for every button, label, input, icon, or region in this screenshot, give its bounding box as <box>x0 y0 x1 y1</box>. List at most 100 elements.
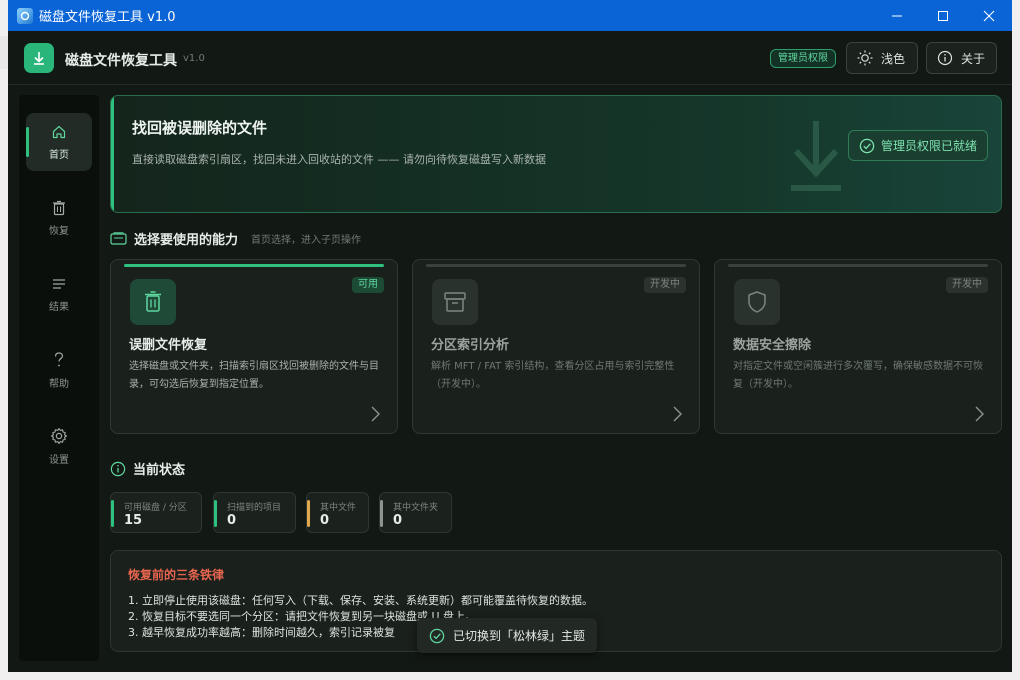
trash-icon <box>145 291 161 312</box>
card-title: 分区索引分析 <box>431 338 510 353</box>
sidebar-item-settings[interactable]: 设置 <box>26 417 92 475</box>
app-client-area: 磁盘文件恢复工具 v1.0 管理员权限 浅色 关于 首页 恢复 结果 帮助 设置… <box>8 31 1012 672</box>
theme-toggle-label: 浅色 <box>881 51 906 66</box>
sidebar-item-label: 设置 <box>49 454 69 466</box>
stat-scanned-items: 扫描到的项目 0 <box>213 492 296 533</box>
sidebar-item-label: 结果 <box>49 301 69 313</box>
check-circle-icon <box>859 138 875 153</box>
card-icon-box <box>432 279 478 325</box>
card-file-recovery[interactable]: 可用 误删文件恢复 选择磁盘或文件夹，扫描索引扇区找回被删除的文件与目录，可勾选… <box>110 259 398 434</box>
card-description: 选择磁盘或文件夹，扫描索引扇区找回被删除的文件与目录，可勾选后恢复到指定位置。 <box>129 361 379 390</box>
stat-value: 0 <box>320 513 330 528</box>
sidebar-item-home[interactable]: 首页 <box>26 113 92 171</box>
about-label: 关于 <box>961 51 986 66</box>
stat-label: 其中文件夹 <box>393 503 439 513</box>
card-status-tag: 开发中 <box>644 277 686 293</box>
capabilities-subtitle: 首页选择，进入子页操作 <box>251 235 362 246</box>
chevron-right-icon <box>371 406 380 422</box>
hero-title: 找回被误删除的文件 <box>132 119 268 137</box>
stat-indicator-bar <box>111 500 114 527</box>
rule-item: 3. 越早恢复成功率越高：删除时间越久，索引记录被复 <box>128 626 395 639</box>
about-button[interactable]: 关于 <box>926 42 997 74</box>
list-icon <box>53 278 65 289</box>
shield-icon <box>748 291 766 313</box>
gear-icon <box>50 427 68 444</box>
minimize-button[interactable] <box>874 0 920 31</box>
admin-badge: 管理员权限 <box>770 49 836 68</box>
app-icon <box>17 7 33 24</box>
card-description: 解析 MFT / FAT 索引结构，查看分区占用与索引完整性（开发中）。 <box>431 361 675 390</box>
card-accent-line <box>426 264 686 267</box>
chevron-right-icon <box>975 406 984 422</box>
hero-banner: 找回被误删除的文件 直接读取磁盘索引扇区，找回未进入回收站的文件 —— 请勿向待… <box>110 95 1002 213</box>
cards-icon <box>110 231 127 245</box>
sun-icon <box>857 50 873 66</box>
card-title: 数据安全擦除 <box>733 338 812 353</box>
window-title: 磁盘文件恢复工具 v1.0 <box>39 10 176 25</box>
trash-icon <box>53 200 65 215</box>
download-icon <box>34 52 44 65</box>
card-accent-line <box>124 264 384 267</box>
theme-toggle-button[interactable]: 浅色 <box>846 42 918 74</box>
card-status-tag: 可用 <box>352 277 384 293</box>
app-name: 磁盘文件恢复工具 <box>65 53 177 69</box>
rules-title: 恢复前的三条铁律 <box>128 568 225 582</box>
download-watermark-icon <box>791 121 841 191</box>
stat-value: 0 <box>227 513 237 528</box>
window-controls <box>874 0 1012 31</box>
sidebar-item-label: 帮助 <box>49 378 69 390</box>
card-status-tag: 开发中 <box>946 277 988 293</box>
card-icon-box <box>734 279 780 325</box>
card-description: 对指定文件或空闲簇进行多次覆写，确保敏感数据不可恢复（开发中）。 <box>733 361 983 390</box>
app-header: 磁盘文件恢复工具 v1.0 管理员权限 浅色 关于 <box>8 31 1012 85</box>
stat-value: 0 <box>393 513 403 528</box>
stat-disks: 可用磁盘 / 分区 15 <box>110 492 202 533</box>
capabilities-title: 选择要使用的能力 <box>134 233 239 248</box>
background-window-edge <box>0 36 8 69</box>
sidebar-item-recover[interactable]: 恢复 <box>26 189 92 247</box>
card-title: 误删文件恢复 <box>129 338 208 353</box>
stat-folders: 其中文件夹 0 <box>379 492 452 533</box>
stat-label: 扫描到的项目 <box>227 503 282 513</box>
help-icon <box>54 351 64 366</box>
status-heading: 当前状态 <box>110 459 185 478</box>
info-icon <box>937 50 953 66</box>
maximize-icon <box>938 10 948 21</box>
sidebar-item-help[interactable]: 帮助 <box>26 341 92 399</box>
theme-toast: 已切换到「松林绿」主题 <box>417 618 598 653</box>
status-title: 当前状态 <box>133 463 186 478</box>
toast-message: 已切换到「松林绿」主题 <box>453 629 586 643</box>
archive-icon <box>444 292 466 312</box>
home-icon <box>52 125 66 138</box>
stat-indicator-bar <box>214 500 217 527</box>
sidebar: 首页 恢复 结果 帮助 设置 <box>19 95 99 661</box>
hero-description: 直接读取磁盘索引扇区，找回未进入回收站的文件 —— 请勿向待恢复磁盘写入新数据 <box>132 153 546 166</box>
info-icon <box>110 461 126 476</box>
close-icon <box>983 10 995 21</box>
app-logo <box>24 43 54 73</box>
minimize-icon <box>892 15 902 16</box>
stat-value: 15 <box>124 513 143 528</box>
window-titlebar[interactable]: 磁盘文件恢复工具 v1.0 <box>8 0 1012 31</box>
card-partition-analysis[interactable]: 开发中 分区索引分析 解析 MFT / FAT 索引结构，查看分区占用与索引完整… <box>412 259 700 434</box>
sidebar-item-label: 首页 <box>49 149 69 161</box>
sidebar-item-results[interactable]: 结果 <box>26 265 92 323</box>
sidebar-item-label: 恢复 <box>49 225 69 237</box>
stat-label: 其中文件 <box>320 503 357 513</box>
close-button[interactable] <box>966 0 1012 31</box>
card-secure-erase[interactable]: 开发中 数据安全擦除 对指定文件或空闲簇进行多次覆写，确保敏感数据不可恢复（开发… <box>714 259 1002 434</box>
app-version: v1.0 <box>183 53 205 64</box>
check-circle-icon <box>429 628 445 643</box>
stat-files: 其中文件 0 <box>306 492 369 533</box>
maximize-button[interactable] <box>920 0 966 31</box>
capabilities-heading: 选择要使用的能力 首页选择，进入子页操作 <box>110 229 361 248</box>
rule-item: 1. 立即停止使用该磁盘：任何写入（下载、保存、安装、系统更新）都可能覆盖待恢复… <box>128 594 593 607</box>
admin-ready-status: 管理员权限已就绪 <box>848 130 989 161</box>
card-icon-box <box>130 279 176 325</box>
chevron-right-icon <box>673 406 682 422</box>
card-accent-line <box>728 264 988 267</box>
stat-indicator-bar <box>380 500 383 527</box>
stat-indicator-bar <box>307 500 310 527</box>
stat-label: 可用磁盘 / 分区 <box>124 503 187 513</box>
admin-ready-label: 管理员权限已就绪 <box>881 139 978 153</box>
